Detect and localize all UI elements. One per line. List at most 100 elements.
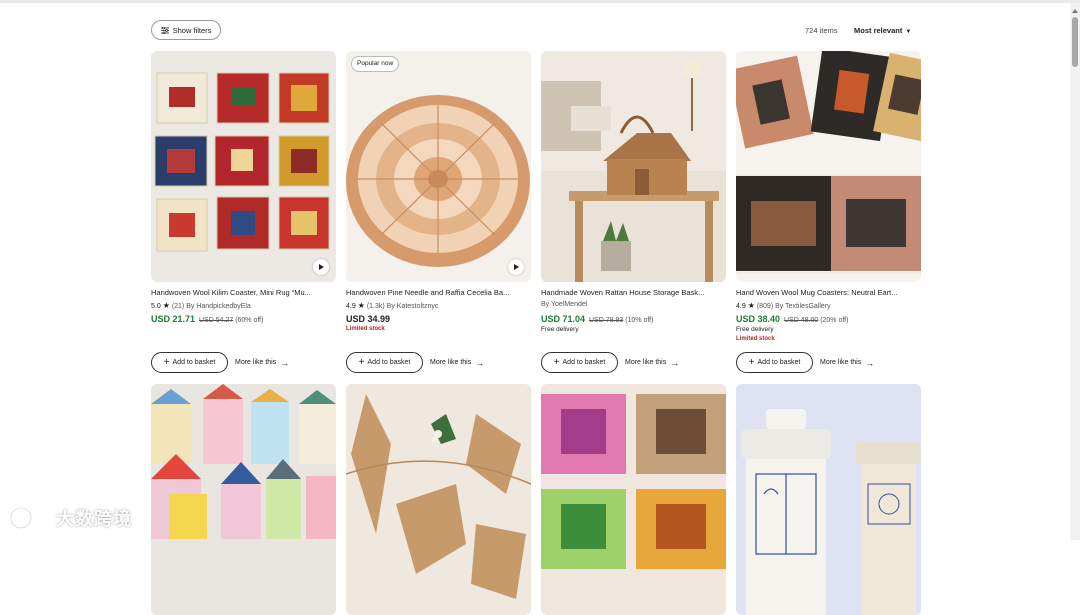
price-line: USD 38.40 USD 48.00 (20% off): [736, 314, 921, 324]
product-rating: 5.0: [151, 303, 161, 310]
discount-label: (10% off): [625, 317, 654, 324]
original-price: USD 54.27: [198, 317, 234, 324]
product-meta: 5.0 ★ (21) By HandpickedbyEla: [151, 301, 336, 310]
more-like-this-link[interactable]: More like this →: [235, 358, 289, 368]
product-price: USD 21.71: [151, 314, 196, 324]
star-icon: ★: [357, 301, 365, 310]
popular-now-badge: Popular now: [351, 56, 400, 72]
original-price: USD 78.93: [588, 317, 624, 324]
scrollbar-thumb[interactable]: [1072, 17, 1078, 67]
watermark-text: 大数跨境: [56, 509, 132, 529]
review-count: (21): [171, 303, 185, 310]
price-line: USD 21.71 USD 54.27 (60% off): [151, 314, 336, 324]
product-card[interactable]: Popular now Handwoven Pine Needle and Ra…: [346, 51, 531, 373]
chevron-down-icon: ▼: [905, 29, 912, 35]
product-title[interactable]: Handmade Woven Rattan House Storage Bask…: [541, 288, 726, 297]
play-video-icon[interactable]: [313, 259, 329, 275]
sort-dropdown[interactable]: Most relevant ▼: [854, 26, 911, 35]
discount-label: (60% off): [235, 317, 264, 324]
shop-name[interactable]: By Katestoltznyc: [387, 303, 439, 310]
sort-label: Most relevant: [854, 26, 903, 35]
more-like-this-link[interactable]: More like this →: [820, 358, 874, 368]
product-meta: 4.9 ★ (809) By TextilesGallery: [736, 301, 921, 310]
product-image[interactable]: [151, 51, 336, 282]
add-to-basket-label: Add to basket: [172, 359, 216, 366]
product-image[interactable]: Popular now: [346, 51, 531, 282]
add-to-basket-button[interactable]: + Add to basket: [151, 352, 228, 373]
watermark-logo-icon: [9, 506, 46, 530]
arrow-right-icon: →: [865, 357, 875, 368]
product-image[interactable]: [151, 384, 336, 615]
limited-stock-label: Limited stock: [736, 336, 775, 342]
card-actions: + Add to basket More like this →: [736, 352, 874, 373]
product-rating: 4.9: [346, 303, 356, 310]
scroll-up-icon[interactable]: [1072, 9, 1078, 13]
arrow-right-icon: →: [670, 357, 680, 368]
product-title[interactable]: Hand Woven Wool Mug Coasters: Neutral Ea…: [736, 288, 921, 297]
product-meta: 4.9 ★ (1.3k) By Katestoltznyc: [346, 301, 531, 310]
more-like-this-label: More like this: [430, 359, 472, 366]
browser-top-border: [0, 0, 1080, 3]
shop-name[interactable]: By TextilesGallery: [775, 303, 831, 310]
add-to-basket-label: Add to basket: [367, 359, 411, 366]
arrow-right-icon: →: [475, 357, 485, 368]
discount-label: (20% off): [820, 317, 849, 324]
pine-needle-basket-photo: [346, 51, 531, 282]
product-price: USD 38.40: [736, 314, 781, 324]
product-meta: By YoelMendel: [541, 301, 726, 310]
more-like-this-label: More like this: [625, 359, 667, 366]
filter-sliders-icon: [160, 26, 169, 34]
product-image[interactable]: [541, 384, 726, 615]
product-image[interactable]: [346, 384, 531, 615]
plus-icon: +: [748, 356, 755, 368]
card-actions: + Add to basket More like this →: [346, 352, 484, 373]
product-card[interactable]: [541, 384, 726, 615]
product-card[interactable]: Handmade Woven Rattan House Storage Bask…: [541, 51, 726, 373]
wool-mug-coasters-photo: [736, 51, 921, 282]
star-icon: ★: [747, 301, 755, 310]
woven-ornaments-photo: [346, 384, 531, 615]
show-filters-label: Show filters: [172, 25, 212, 35]
add-to-basket-button[interactable]: + Add to basket: [541, 352, 618, 373]
more-like-this-link[interactable]: More like this →: [430, 358, 484, 368]
product-card[interactable]: Handwoven Wool Kilim Coaster, Mini Rug “…: [151, 51, 336, 373]
product-title[interactable]: Handwoven Wool Kilim Coaster, Mini Rug “…: [151, 288, 336, 297]
more-like-this-label: More like this: [820, 359, 862, 366]
star-icon: ★: [162, 301, 170, 310]
add-to-basket-button[interactable]: + Add to basket: [346, 352, 423, 373]
product-rating: 4.9: [736, 303, 746, 310]
card-actions: + Add to basket More like this →: [151, 352, 289, 373]
product-card[interactable]: [346, 384, 531, 615]
add-to-basket-button[interactable]: + Add to basket: [736, 352, 813, 373]
watermark-logo: 大数跨境: [8, 505, 132, 531]
play-video-icon[interactable]: [508, 259, 524, 275]
arrow-right-icon: →: [280, 357, 290, 368]
card-actions: + Add to basket More like this →: [541, 352, 679, 373]
product-card[interactable]: [736, 384, 921, 615]
shop-name[interactable]: By HandpickedbyEla: [186, 303, 251, 310]
page-scrollbar[interactable]: [1070, 3, 1080, 540]
add-to-basket-label: Add to basket: [757, 359, 801, 366]
free-delivery-label: Free delivery: [541, 326, 579, 333]
free-delivery-label: Free delivery: [736, 326, 774, 333]
woven-squares-photo: [541, 384, 726, 615]
product-image[interactable]: [736, 384, 921, 615]
plus-icon: +: [163, 356, 170, 368]
ceramic-boxes-photo: [736, 384, 921, 615]
price-line: USD 34.99: [346, 314, 531, 324]
product-price: USD 34.99: [346, 314, 391, 324]
product-card[interactable]: Hand Woven Wool Mug Coasters: Neutral Ea…: [736, 51, 921, 373]
product-image[interactable]: [541, 51, 726, 282]
more-like-this-label: More like this: [235, 359, 277, 366]
limited-stock-label: Limited stock: [346, 326, 385, 332]
review-count: (809): [756, 303, 774, 310]
shop-name[interactable]: By YoelMendel: [541, 301, 587, 308]
rattan-house-basket-photo: [541, 51, 726, 282]
show-filters-button[interactable]: Show filters: [151, 20, 221, 40]
product-card[interactable]: [151, 384, 336, 615]
product-price: USD 71.04: [541, 314, 586, 324]
more-like-this-link[interactable]: More like this →: [625, 358, 679, 368]
product-image[interactable]: [736, 51, 921, 282]
ceramic-houses-photo: [151, 384, 336, 615]
product-title[interactable]: Handwoven Pine Needle and Raffia Cecelia…: [346, 288, 531, 297]
